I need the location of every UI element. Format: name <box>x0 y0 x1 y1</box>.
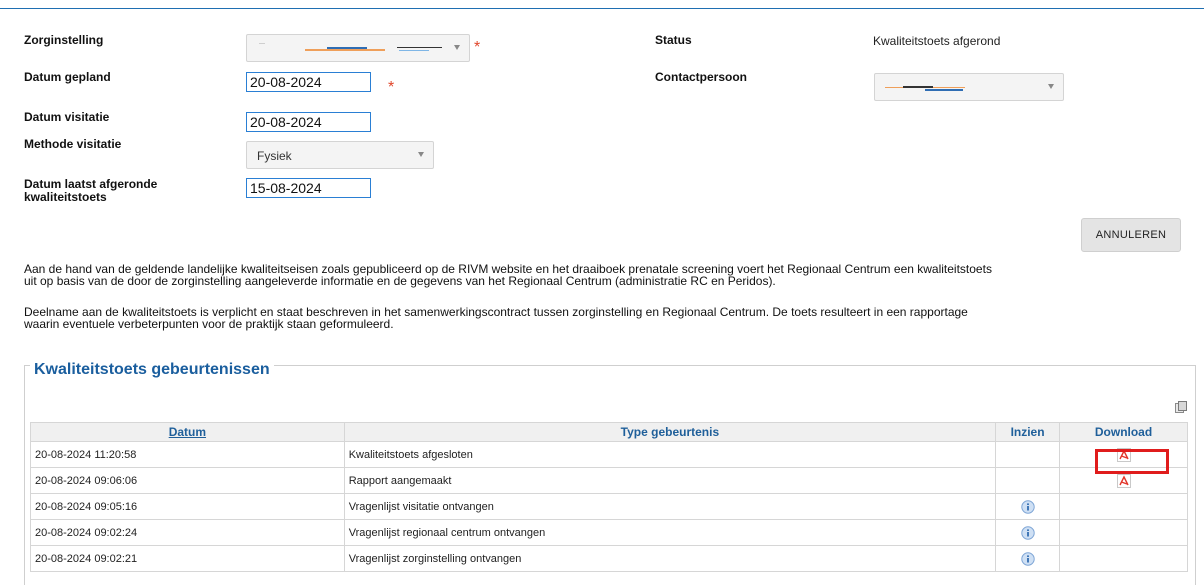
status-value: Kwaliteitstoets afgerond <box>873 34 1001 48</box>
redacted-mark <box>305 49 385 51</box>
info-paragraph-2-line2: waarin eventuele verbeterpunten voor de … <box>24 317 394 331</box>
datum-gepland-input[interactable] <box>246 72 371 92</box>
status-label: Status <box>655 33 692 47</box>
annuleren-button[interactable]: ANNULEREN <box>1081 218 1181 252</box>
cell-inzien <box>995 545 1061 572</box>
redacted-mark <box>925 89 963 91</box>
column-header-datum[interactable]: Datum <box>30 422 345 442</box>
laatst-afgerond-label-line2: kwaliteitstoets <box>24 190 107 204</box>
column-header-inzien: Inzien <box>995 422 1061 442</box>
required-mark: * <box>474 39 481 56</box>
required-mark: * <box>388 79 395 96</box>
cell-type: Kwaliteitstoets afgesloten <box>343 441 997 468</box>
table-row: 20-08-2024 11:20:58 Kwaliteitstoets afge… <box>30 441 1188 468</box>
table-header-row: Datum Type gebeurtenis Inzien Download <box>30 422 1188 442</box>
chevron-down-icon <box>418 152 424 157</box>
table-row: 20-08-2024 09:02:24 Vragenlijst regionaa… <box>30 519 1188 546</box>
cell-inzien <box>995 441 1061 468</box>
datum-visitatie-input[interactable] <box>246 112 371 132</box>
info-paragraph-1-line2: uit op basis van de door de zorginstelli… <box>24 274 776 288</box>
cell-type: Rapport aangemaakt <box>343 467 997 494</box>
header-rule <box>0 0 1204 9</box>
datum-gepland-label: Datum gepland <box>24 70 111 84</box>
info-icon[interactable] <box>1020 551 1035 566</box>
cell-datum: 20-08-2024 09:02:21 <box>30 545 345 572</box>
table-row: 20-08-2024 09:05:16 Vragenlijst visitati… <box>30 493 1188 520</box>
cell-datum: 20-08-2024 09:02:24 <box>30 519 345 546</box>
redacted-mark <box>903 86 933 88</box>
laatst-afgerond-input[interactable] <box>246 178 371 198</box>
datum-visitatie-label: Datum visitatie <box>24 110 110 124</box>
cell-type: Vragenlijst zorginstelling ontvangen <box>343 545 997 572</box>
redacted-mark <box>397 47 442 48</box>
redacted-mark <box>399 50 429 51</box>
column-header-download: Download <box>1059 422 1188 442</box>
methode-visitatie-value: Fysiek <box>257 149 292 163</box>
contactpersoon-select[interactable] <box>874 73 1064 101</box>
events-title: Kwaliteitstoets gebeurtenissen <box>30 361 274 379</box>
contactpersoon-label: Contactpersoon <box>655 70 748 84</box>
cell-datum: 20-08-2024 09:06:06 <box>30 467 345 494</box>
cell-inzien <box>995 467 1061 494</box>
zorginstelling-select[interactable] <box>246 34 470 62</box>
download-highlight-box <box>1095 449 1169 474</box>
info-icon[interactable] <box>1020 499 1035 514</box>
table-row: 20-08-2024 09:02:21 Vragenlijst zorginst… <box>30 545 1188 572</box>
cell-datum: 20-08-2024 11:20:58 <box>30 441 345 468</box>
info-icon[interactable] <box>1020 525 1035 540</box>
redacted-mark <box>259 43 265 44</box>
cell-download <box>1059 545 1188 572</box>
table-row: 20-08-2024 09:06:06 Rapport aangemaakt <box>30 467 1188 494</box>
cell-download <box>1059 519 1188 546</box>
cell-inzien <box>995 493 1061 520</box>
column-header-type: Type gebeurtenis <box>343 422 997 442</box>
laatst-afgerond-label: Datum laatst afgeronde kwaliteitstoets <box>24 178 157 204</box>
chevron-down-icon <box>1048 84 1054 89</box>
info-paragraph-2: Deelname aan de kwaliteitstoets is verpl… <box>24 306 1192 330</box>
cell-download <box>1059 493 1188 520</box>
events-table: Datum Type gebeurtenis Inzien Download 2… <box>30 422 1188 572</box>
cell-inzien <box>995 519 1061 546</box>
redacted-mark <box>327 47 367 49</box>
export-icon[interactable] <box>1175 401 1187 413</box>
info-paragraph-1: Aan de hand van de geldende landelijke k… <box>24 263 1192 287</box>
chevron-down-icon <box>454 45 460 50</box>
methode-visitatie-select[interactable]: Fysiek <box>246 141 434 169</box>
cell-type: Vragenlijst regionaal centrum ontvangen <box>343 519 997 546</box>
zorginstelling-label: Zorginstelling <box>24 33 104 47</box>
cell-type: Vragenlijst visitatie ontvangen <box>343 493 997 520</box>
sort-datum-link[interactable]: Datum <box>169 425 206 439</box>
pdf-icon[interactable] <box>1116 473 1132 489</box>
cell-datum: 20-08-2024 09:05:16 <box>30 493 345 520</box>
methode-visitatie-label: Methode visitatie <box>24 137 122 151</box>
